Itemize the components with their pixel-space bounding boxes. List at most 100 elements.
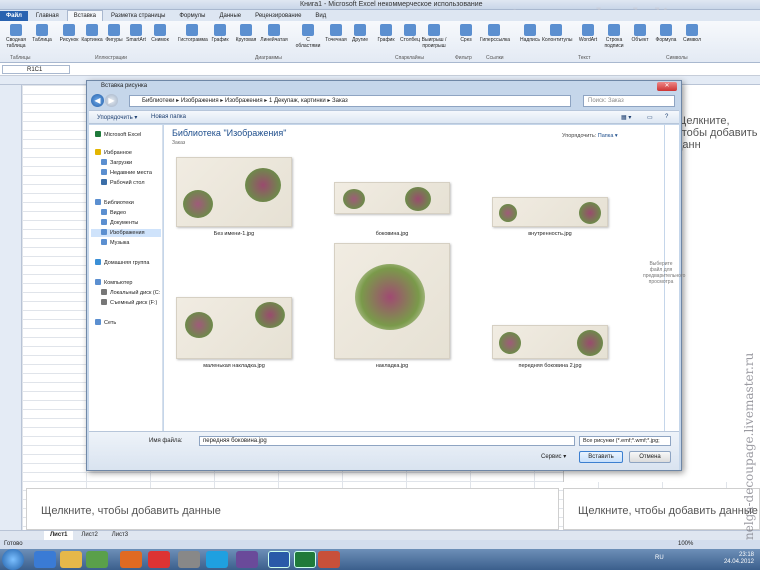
placeholder-bottom-left[interactable]: Щелкните, чтобы добавить данные [26,488,559,530]
firefox-icon[interactable] [120,551,142,568]
wordart-button[interactable]: WordArt [574,24,602,43]
pie-chart-button[interactable]: Круговая [232,24,260,43]
equation-button[interactable]: Формула [652,24,680,43]
ie-icon[interactable] [34,551,56,568]
documents-icon [101,219,107,225]
group-sparklines: Спарклайны [395,55,424,61]
name-box[interactable]: R1C1 [2,65,70,74]
column-chart-label: Гистограмма [178,37,208,43]
nav-item-downloads[interactable]: Загрузки [101,159,132,167]
skype-icon[interactable] [206,551,228,568]
excel-icon[interactable] [294,551,316,568]
object-button[interactable]: Объект [626,24,654,43]
filetype-select[interactable]: Все рисунки (*.emf;*.wmf;*.jpg; [579,436,671,446]
nav-item-desktop[interactable]: Рабочий стол [101,179,145,187]
nav-item-homegroup[interactable]: Домашняя группа [95,259,149,267]
app2-icon[interactable] [236,551,258,568]
help-icon[interactable]: ? [665,114,668,120]
file-thumbnail[interactable] [334,243,450,359]
hyperlink-label: Гиперссылка [480,37,511,43]
file-thumbnail[interactable] [334,182,450,214]
flower-image [343,189,365,209]
sparkline-winloss-button[interactable]: Выигрыш / проигрыш [420,24,448,49]
sheet-tab-list1[interactable]: Лист1 [43,531,74,540]
nav-item-drive-f[interactable]: Съемный диск (F:) [101,299,157,307]
flower-image [183,190,213,218]
pivot-table-button[interactable]: Сводная таблица [2,24,30,49]
nav-item-video[interactable]: Видео [101,209,126,217]
file-name[interactable]: передняя боковина 2.jpg [490,363,610,369]
file-name[interactable]: маленькая накладка.jpg [174,363,294,369]
app3-icon[interactable] [318,551,340,568]
app-icon[interactable] [178,551,200,568]
file-thumbnail[interactable] [492,197,608,227]
nav-item-documents[interactable]: Документы [101,219,138,227]
nav-label: Документы [110,220,139,226]
arrange-value[interactable]: Папка ▾ [598,133,618,139]
nav-label: Локальный диск (C: [110,290,161,296]
nav-item-excel[interactable]: Microsoft Excel [95,131,141,139]
textbox-button[interactable]: Надпись [516,24,544,43]
screenshot-icon [154,24,166,36]
desktop-icon [101,179,107,185]
file-name[interactable]: Без имени-1.jpg [174,231,294,237]
filename-input[interactable]: передняя боковина.jpg [199,436,575,446]
table-button[interactable]: Таблица [28,24,56,43]
language-indicator[interactable]: RU [655,555,664,561]
forward-icon[interactable]: ▶ [105,94,118,107]
media-icon[interactable] [86,551,108,568]
tools-button[interactable]: Сервис ▾ [541,453,566,460]
nav-item-network[interactable]: Сеть [95,319,116,327]
nav-item-favorites[interactable]: Избранное [95,149,132,157]
explorer-icon[interactable] [60,551,82,568]
arrange-by[interactable]: Упорядочить: Папка ▾ [562,133,618,139]
sheet-tab-list2[interactable]: Лист2 [75,531,103,540]
area-chart-button[interactable]: С областями [294,24,322,49]
placeholder-bottom-right[interactable]: Щелкните, чтобы добавить данные [563,488,760,530]
search-input[interactable]: Поиск: Заказ [583,95,675,107]
screenshot-button[interactable]: Снимок [146,24,174,43]
other-charts-button[interactable]: Другие [346,24,374,43]
hyperlink-button[interactable]: Гиперссылка [480,24,511,43]
header-footer-button[interactable]: Колонтитулы [542,24,572,43]
word-icon[interactable] [268,551,290,568]
nav-item-libraries[interactable]: Библиотеки [95,199,134,207]
zoom-level[interactable]: 100% [678,541,693,547]
new-folder-button[interactable]: Новая папка [151,114,186,120]
line-chart-button[interactable]: График [206,24,234,43]
cancel-button[interactable]: Отмена [629,451,671,463]
file-name[interactable]: внутренность.jpg [490,231,610,237]
column-chart-button[interactable]: Гистограмма [178,24,208,43]
insert-button[interactable]: Вставить [579,451,623,463]
view-options-icon[interactable]: ▦ ▾ [621,114,631,121]
group-text: Текст [578,55,591,61]
bar-chart-button[interactable]: Линейчатая [260,24,288,43]
close-icon[interactable]: ✕ [657,82,677,91]
file-name[interactable]: накладка.jpg [332,363,452,369]
address-bar[interactable]: Библиотеки ▸ Изображения ▸ Изображения ▸… [129,95,571,107]
nav-item-recent[interactable]: Недавние места [101,169,152,177]
tab-insert[interactable]: Вставка [66,10,104,21]
file-thumbnail[interactable] [176,297,292,359]
slicer-button[interactable]: Срез [452,24,480,43]
file-thumbnail[interactable] [176,157,292,227]
yandex-icon[interactable] [148,551,170,568]
nav-item-computer[interactable]: Компьютер [95,279,132,287]
clock[interactable]: 23:18 24.04.2012 [724,552,754,566]
nav-item-music[interactable]: Музыка [101,239,129,247]
back-icon[interactable]: ◀ [91,94,104,107]
shapes-label: Фигуры [105,37,123,43]
preview-pane-icon[interactable]: ▭ [647,114,653,121]
symbol-button[interactable]: Символ [678,24,706,43]
signature-line-button[interactable]: Строка подписи [600,24,628,49]
sheet-tab-list3[interactable]: Лист3 [106,531,134,540]
file-name[interactable]: боковина.jpg [332,231,452,237]
nav-item-drive-c[interactable]: Локальный диск (C: [101,289,160,297]
start-button[interactable] [2,549,24,570]
file-thumbnail[interactable] [492,325,608,359]
slicer-label: Срез [460,37,472,43]
nav-item-pictures[interactable]: Изображения [91,229,161,237]
organize-button[interactable]: Упорядочить ▾ [97,114,137,121]
recent-places-icon [101,169,107,175]
dialog-toolbar: Упорядочить ▾ Новая папка ▦ ▾ ▭ ? [89,110,679,124]
